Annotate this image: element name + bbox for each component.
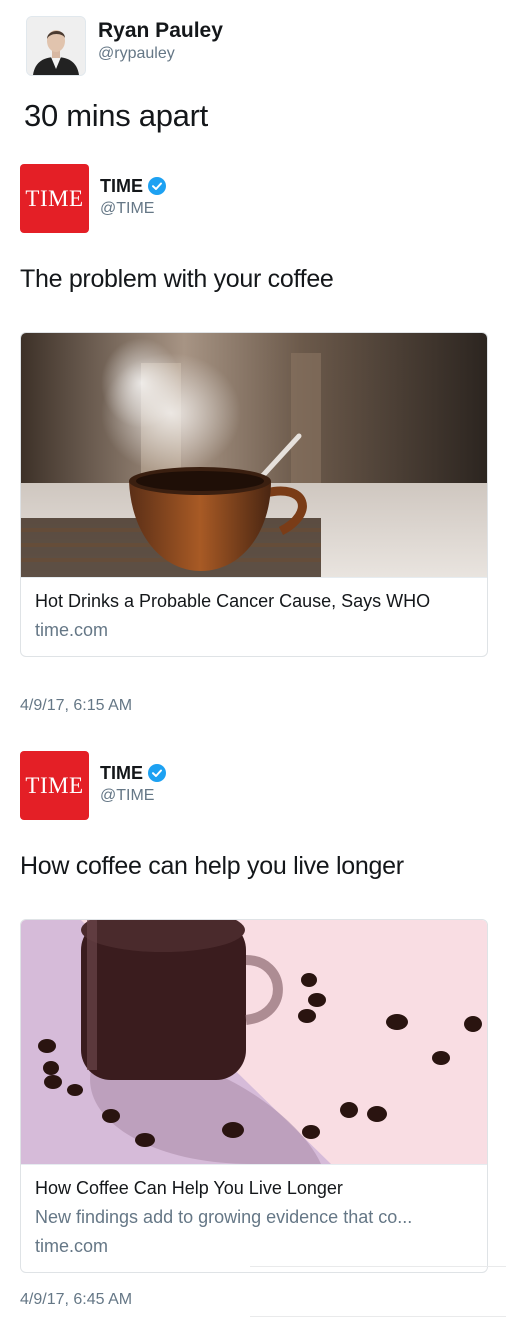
card-description: New findings add to growing evidence tha… bbox=[35, 1207, 413, 1227]
card-body[interactable]: How Coffee Can Help You Live Longer New … bbox=[21, 1164, 487, 1272]
card-domain: time.com bbox=[35, 620, 109, 640]
card-domain: time.com bbox=[35, 1236, 109, 1256]
verified-badge-icon bbox=[148, 177, 166, 195]
quoted-tweet[interactable]: TIME TIME @TIME The problem with your co… bbox=[20, 164, 488, 714]
link-card[interactable]: Hot Drinks a Probable Cancer Cause, Says… bbox=[20, 332, 488, 657]
quoted-tweet-text: How coffee can help you live longer bbox=[20, 852, 404, 880]
time-logo-text: TIME bbox=[25, 772, 84, 798]
coffee-cup-image bbox=[21, 333, 487, 577]
time-logo-avatar[interactable]: TIME bbox=[20, 751, 89, 820]
divider bbox=[250, 1316, 506, 1317]
quoted-tweet[interactable]: TIME TIME @TIME How coffee can help you … bbox=[20, 751, 488, 1308]
card-title[interactable]: Hot Drinks a Probable Cancer Cause, Says… bbox=[35, 590, 473, 613]
tweet-text: 30 mins apart bbox=[24, 98, 208, 133]
divider bbox=[250, 1266, 506, 1267]
quoted-author-handle[interactable]: @TIME bbox=[100, 785, 166, 807]
verified-badge-icon bbox=[148, 764, 166, 782]
quoted-author-handle[interactable]: @TIME bbox=[100, 198, 166, 220]
card-image[interactable] bbox=[21, 920, 487, 1164]
link-card[interactable]: How Coffee Can Help You Live Longer New … bbox=[20, 919, 488, 1273]
quoted-tweet-header: TIME TIME @TIME bbox=[20, 164, 488, 234]
quoted-tweet-text: The problem with your coffee bbox=[20, 265, 334, 293]
quoted-tweet-header: TIME TIME @TIME bbox=[20, 751, 488, 821]
author-handle[interactable]: @rypauley bbox=[98, 44, 223, 64]
time-logo-text: TIME bbox=[25, 185, 84, 211]
coffee-mug-beans-image bbox=[21, 920, 487, 1164]
avatar[interactable] bbox=[26, 16, 86, 76]
card-title[interactable]: How Coffee Can Help You Live Longer bbox=[35, 1177, 473, 1200]
timestamp: 4/9/17, 6:45 AM bbox=[20, 1291, 133, 1308]
author-name[interactable]: Ryan Pauley bbox=[98, 18, 223, 44]
avatar-photo bbox=[27, 17, 85, 75]
card-image[interactable] bbox=[21, 333, 487, 577]
timestamp: 4/9/17, 6:15 AM bbox=[20, 697, 133, 714]
card-body[interactable]: Hot Drinks a Probable Cancer Cause, Says… bbox=[21, 577, 487, 656]
tweet-author[interactable]: Ryan Pauley @rypauley bbox=[26, 16, 223, 78]
time-logo-avatar[interactable]: TIME bbox=[20, 164, 89, 233]
quoted-author-name[interactable]: TIME bbox=[100, 762, 143, 784]
quoted-author-name[interactable]: TIME bbox=[100, 175, 143, 197]
